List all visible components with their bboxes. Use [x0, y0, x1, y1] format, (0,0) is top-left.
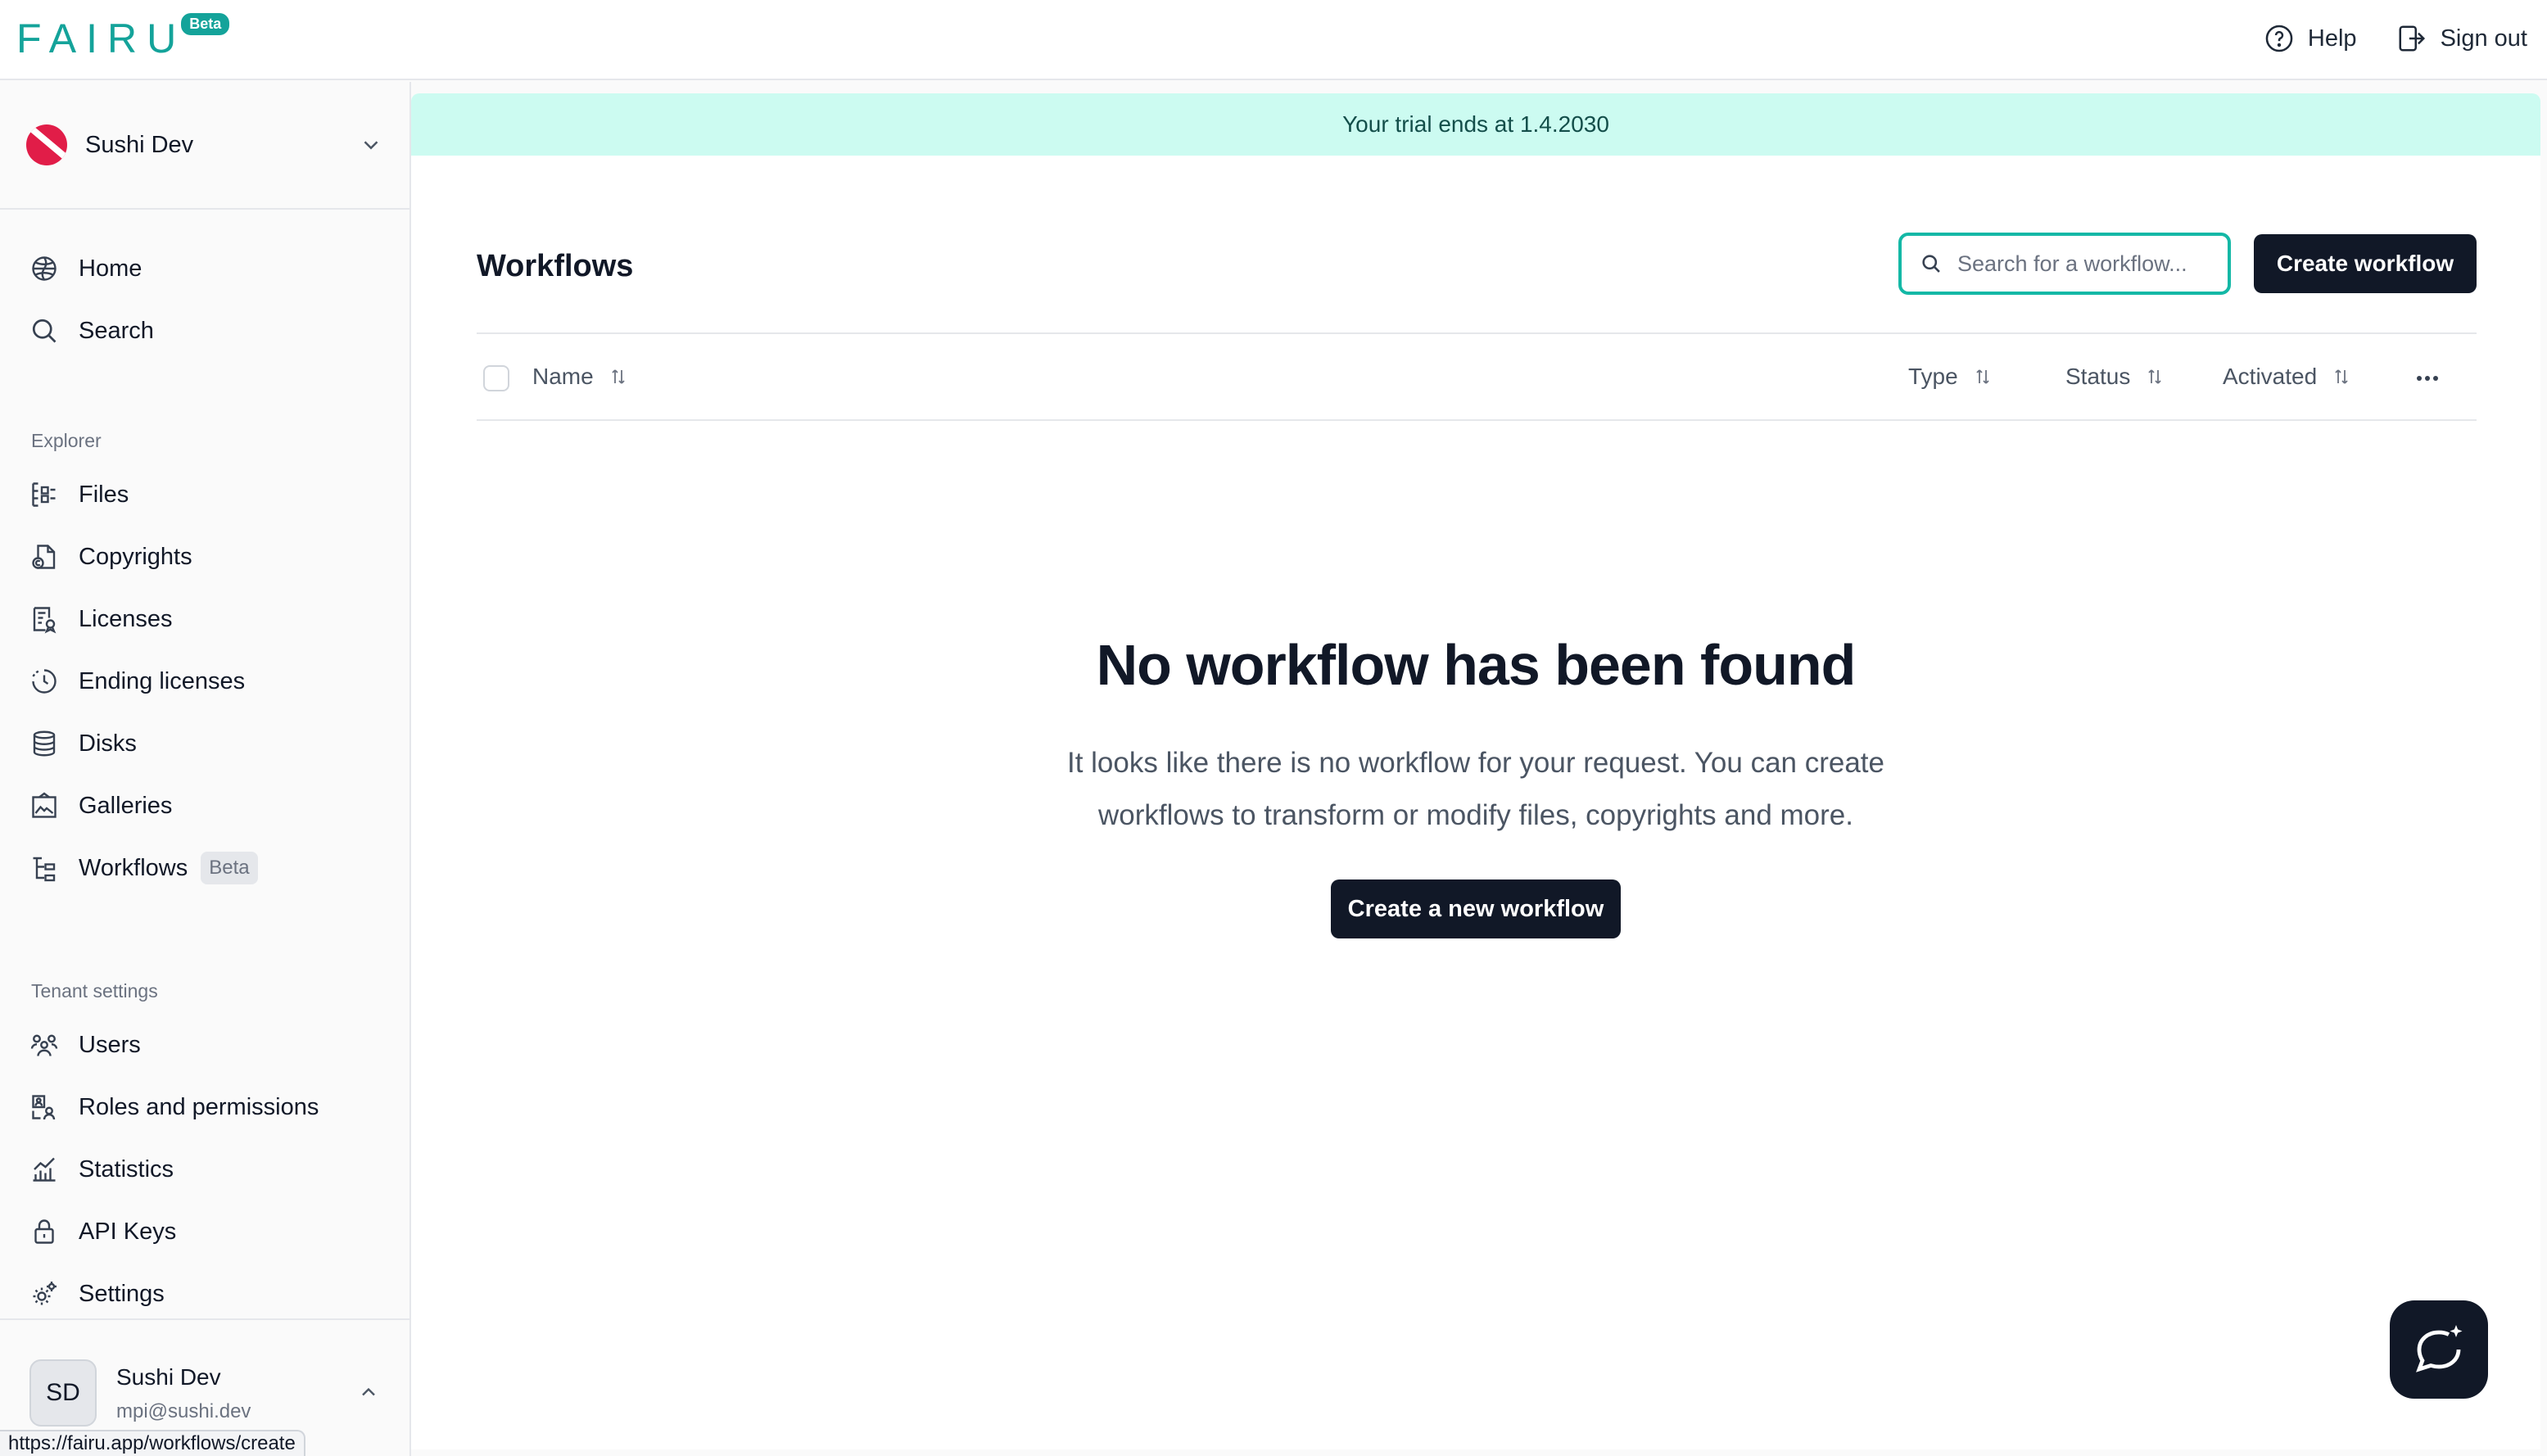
sign-out-label: Sign out [2440, 25, 2527, 52]
sidebar-item-galleries[interactable]: Galleries [0, 775, 409, 837]
create-workflow-button[interactable]: Create workflow [2254, 234, 2477, 293]
user-email: mpi@sushi.dev [116, 1400, 251, 1422]
column-activated[interactable]: Activated [2223, 364, 2351, 390]
create-new-workflow-button[interactable]: Create a new workflow [1331, 879, 1621, 938]
column-status[interactable]: Status [2065, 364, 2165, 390]
sidebar-item-search[interactable]: Search [0, 300, 409, 362]
sidebar-item-settings[interactable]: Settings [0, 1263, 409, 1325]
tenant-settings-section-label: Tenant settings [31, 980, 158, 1002]
top-actions: Help Sign out [2264, 23, 2527, 54]
sidebar-item-disks[interactable]: Disks [0, 712, 409, 775]
explorer-nav: Explorer Files Copyrights Licenses Endin… [0, 424, 409, 899]
sidebar-item-label: Users [79, 1031, 141, 1058]
select-all-checkbox[interactable] [483, 365, 509, 391]
search-input[interactable] [1957, 251, 2219, 277]
sidebar-item-label: Files [79, 481, 129, 508]
sidebar-item-label: API Keys [79, 1218, 177, 1245]
status-bar-url: https://fairu.app/workflows/create [0, 1430, 305, 1456]
main-content: Your trial ends at 1.4.2030 Workflows Cr… [411, 93, 2540, 1449]
sidebar-item-licenses[interactable]: Licenses [0, 588, 409, 650]
empty-state-text: It looks like there is no workflow for y… [1066, 747, 1884, 831]
gallery-icon [32, 792, 57, 818]
sidebar-item-label: Copyrights [79, 543, 192, 570]
column-label: Activated [2223, 364, 2318, 389]
statistics-icon [33, 1157, 56, 1182]
page-title: Workflows [477, 249, 634, 283]
lock-icon [34, 1219, 54, 1244]
sign-out-button[interactable]: Sign out [2396, 23, 2527, 54]
workflow-icon [33, 857, 56, 882]
logo-text: FAIRU [16, 16, 187, 61]
search-icon [32, 319, 57, 343]
sidebar-item-copyrights[interactable]: Copyrights [0, 526, 409, 588]
sidebar-item-ending-licenses[interactable]: Ending licenses [0, 650, 409, 712]
sidebar-item-label: Settings [79, 1280, 165, 1307]
user-name: Sushi Dev [116, 1364, 221, 1390]
search-icon [1922, 255, 1940, 273]
sidebar-item-label: Search [79, 317, 154, 344]
chat-icon [2416, 1325, 2463, 1372]
users-icon [30, 1034, 58, 1056]
explorer-section-label: Explorer [31, 430, 102, 451]
tenant-switcher[interactable]: Sushi Dev [0, 82, 409, 210]
sidebar-item-label: Roles and permissions [79, 1093, 319, 1120]
sort-icon [1976, 369, 1989, 384]
more-horizontal-icon [2417, 376, 2438, 381]
help-circle-icon [2265, 25, 2293, 52]
home-icon [32, 256, 57, 281]
beta-badge: Beta [201, 852, 258, 884]
sidebar-item-workflows[interactable]: Workflows Beta [0, 837, 409, 899]
tenant-settings-nav: Tenant settings Users Roles and permissi… [0, 974, 409, 1325]
sidebar-item-label: Home [79, 255, 143, 282]
trial-banner: Your trial ends at 1.4.2030 [411, 93, 2540, 156]
search-box [1898, 233, 2231, 295]
files-icon [32, 482, 56, 507]
sidebar-item-label: Workflows [79, 854, 188, 881]
sidebar-item-files[interactable]: Files [0, 463, 409, 526]
sort-icon [612, 369, 625, 384]
sidebar-item-api-keys[interactable]: API Keys [0, 1201, 409, 1263]
copyright-icon [32, 545, 56, 569]
help-button[interactable]: Help [2264, 23, 2357, 54]
sidebar-item-label: Licenses [79, 605, 173, 632]
clock-icon [32, 669, 57, 694]
logo-beta-badge: Beta [181, 13, 230, 35]
license-icon [33, 607, 57, 634]
sign-out-icon [2399, 25, 2425, 52]
column-label: Type [1908, 364, 1958, 389]
gear-icon [33, 1282, 57, 1305]
database-icon [33, 730, 56, 757]
main-nav: Home Search [0, 237, 409, 362]
sidebar-item-roles[interactable]: Roles and permissions [0, 1076, 409, 1138]
column-label: Name [532, 364, 594, 389]
empty-state-title: No workflow has been found [1096, 633, 1857, 697]
chevron-down-icon [364, 141, 378, 150]
chevron-up-icon [362, 1387, 375, 1396]
chat-button[interactable] [2390, 1300, 2488, 1399]
column-name[interactable]: Name [532, 364, 628, 390]
sidebar-item-label: Galleries [79, 792, 173, 819]
user-info: Sushi Dev mpi@sushi.dev [116, 1359, 357, 1423]
more-options-button[interactable] [2411, 365, 2444, 391]
table-header: Name Type Status Activated [477, 332, 2477, 421]
sort-icon [2335, 369, 2348, 384]
sidebar-item-label: Ending licenses [79, 667, 246, 694]
fairu-logo[interactable]: FAIRU Beta [16, 13, 230, 61]
column-type[interactable]: Type [1908, 364, 1993, 390]
avatar: SD [29, 1359, 97, 1427]
tenant-logo [26, 124, 67, 165]
help-label: Help [2307, 25, 2357, 52]
sort-icon [2148, 369, 2162, 384]
sidebar-item-label: Statistics [79, 1155, 174, 1182]
roles-icon [32, 1095, 56, 1120]
top-bar: FAIRU Beta Help Sign out [0, 0, 2547, 80]
column-label: Status [2065, 364, 2131, 389]
sidebar-item-statistics[interactable]: Statistics [0, 1138, 409, 1201]
tenant-name: Sushi Dev [85, 131, 194, 158]
sidebar: Sushi Dev Home Search Explorer Files Cop… [0, 82, 411, 1456]
sidebar-item-users[interactable]: Users [0, 1014, 409, 1076]
sidebar-item-home[interactable]: Home [0, 237, 409, 300]
sidebar-item-label: Disks [79, 730, 137, 757]
